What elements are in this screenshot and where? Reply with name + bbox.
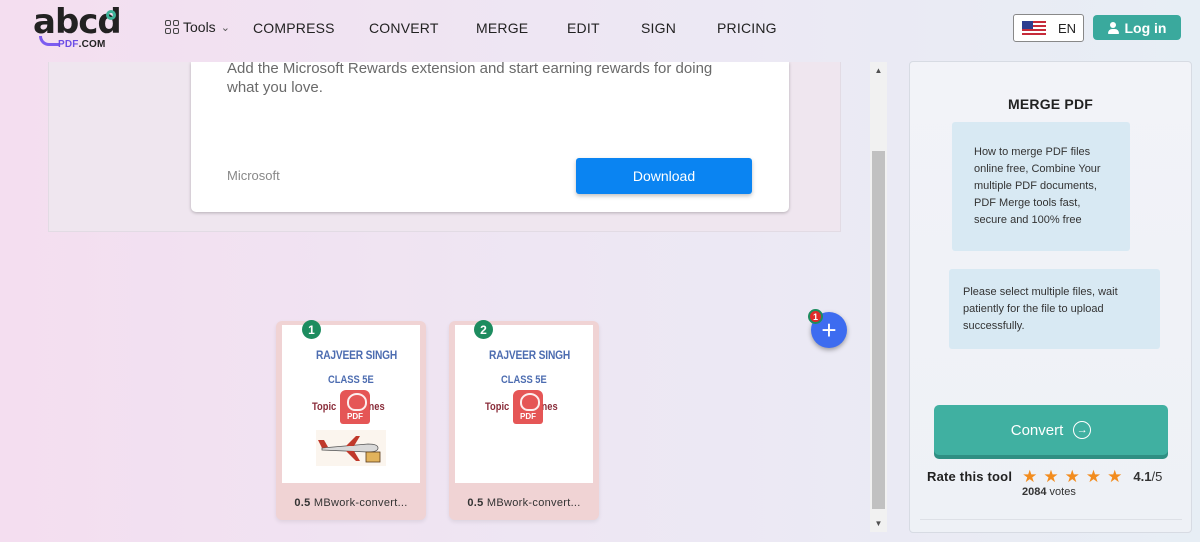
download-button[interactable]: Download [576,158,752,194]
info-box: How to merge PDF files online free, Comb… [952,122,1130,251]
login-button[interactable]: Log in [1093,15,1181,40]
logo-sub-prefix: PDF [58,39,79,50]
ad-container: Add the Microsoft Rewards extension and … [48,62,841,232]
file-order-badge: 1 [302,320,321,339]
doc-line-2: CLASS 5E [328,374,374,386]
file-thumbnail: RAJVEER SINGH CLASS 5E Topic nes PDF [455,325,593,483]
ad-text: Add the Microsoft Rewards extension and … [227,62,713,96]
pdf-file-icon: PDF [513,390,543,424]
nav-pricing[interactable]: PRICING [717,20,777,36]
star-icon[interactable]: ★ [1086,468,1101,485]
chevron-down-icon: ⌄ [220,21,230,34]
user-icon [1107,21,1119,34]
logo-sub-suffix: .COM [78,39,106,50]
rate-label: Rate this tool [927,468,1013,484]
top-header: abcd PDF.COM Tools ⌄ COMPRESS CONVERT ME… [0,0,1200,56]
nav-convert[interactable]: CONVERT [369,20,439,36]
convert-button[interactable]: Convert → [934,405,1168,455]
doc-line-1: RAJVEER SINGH [489,348,571,362]
file-order-badge: 2 [474,320,493,339]
ad-brand: Microsoft [227,168,280,183]
scroll-down-arrow-icon[interactable]: ▼ [870,515,887,532]
rating-row: Rate this tool ★ ★ ★ ★ ★ 4.1/5 [927,466,1187,486]
abcdpdf-logo[interactable]: abcd PDF.COM [33,2,128,50]
doc-line-2: CLASS 5E [501,374,547,386]
doc-line-1: RAJVEER SINGH [316,348,398,362]
file-count-badge: 1 [808,309,823,324]
merge-side-panel: MERGE PDF How to merge PDF files online … [909,61,1192,533]
arrow-right-circle-icon: → [1073,421,1092,439]
logo-swoosh-icon [39,36,59,46]
airplane-illustration-icon [316,430,386,466]
star-icon[interactable]: ★ [1022,468,1037,485]
file-workspace: Add the Microsoft Rewards extension and … [4,62,888,532]
star-icon[interactable]: ★ [1065,468,1080,485]
star-icon[interactable]: ★ [1043,468,1058,485]
ad-card: Add the Microsoft Rewards extension and … [191,62,789,212]
nav-edit[interactable]: EDIT [567,20,600,36]
vertical-scrollbar[interactable]: ▲ ▼ [870,62,887,532]
tools-menu[interactable]: Tools ⌄ [165,19,230,35]
file-card[interactable]: RAJVEER SINGH CLASS 5E Topic nes PDF 0.5 … [449,321,599,520]
divider [920,519,1182,520]
us-flag-icon [1022,21,1046,36]
votes-count: 2084 votes [1022,486,1076,498]
nav-compress[interactable]: COMPRESS [253,20,335,36]
rating-score: 4.1/5 [1133,468,1163,484]
login-label: Log in [1124,19,1167,36]
scroll-thumb[interactable] [872,151,885,509]
logo-subtext: PDF.COM [58,39,106,50]
scroll-up-arrow-icon[interactable]: ▲ [870,62,887,79]
file-info: 0.5 MBwork-convert... [467,497,581,509]
logo-dot-icon [106,10,116,20]
plus-icon: + [821,315,837,345]
star-icon[interactable]: ★ [1107,468,1122,485]
rating-stars[interactable]: ★ ★ ★ ★ ★ [1022,468,1122,485]
file-card[interactable]: RAJVEER SINGH CLASS 5E Topic nes PDF 0.5 … [276,321,426,520]
nav-sign[interactable]: SIGN [641,20,676,36]
hint-box: Please select multiple files, wait patie… [949,269,1160,349]
convert-label: Convert [1010,421,1064,439]
panel-title: MERGE PDF [1007,96,1094,112]
file-info: 0.5 MBwork-convert... [294,497,408,509]
grid-icon [165,20,179,34]
pdf-file-icon: PDF [340,390,370,424]
nav-merge[interactable]: MERGE [476,20,528,36]
language-selector[interactable]: EN [1013,14,1084,42]
file-thumbnail: RAJVEER SINGH CLASS 5E Topic nes PDF [282,325,420,483]
language-code: EN [1058,21,1077,36]
tools-label: Tools [183,19,216,35]
